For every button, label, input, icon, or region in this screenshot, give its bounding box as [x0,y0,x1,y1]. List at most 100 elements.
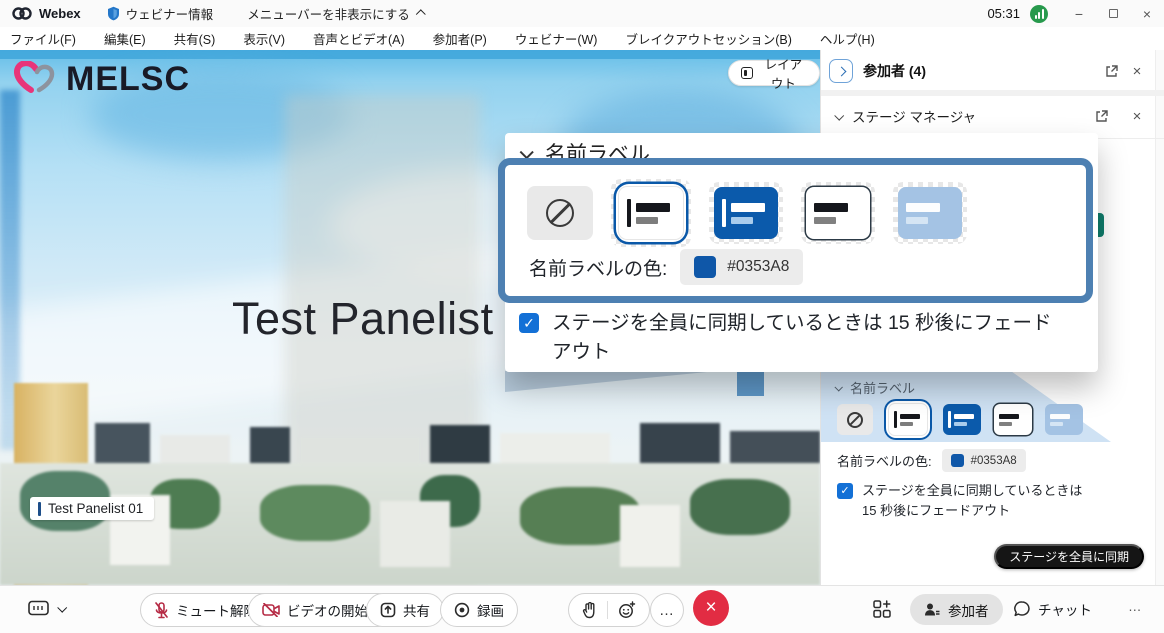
menu-participants[interactable]: 参加者(P) [419,29,501,48]
label-style-light-plain[interactable] [994,404,1032,435]
toolbar-overflow-button[interactable]: … [1128,599,1142,614]
more-options-button[interactable]: … [650,593,684,627]
magnifier-zoom-frame: 名前ラベルの色: #0353A8 [498,158,1093,303]
name-label-style-options [837,401,1083,438]
webex-logo-icon [12,6,32,21]
color-value: #0353A8 [727,258,789,276]
reactions-smiley-icon[interactable] [618,601,636,619]
popout-participants-button[interactable] [1098,58,1124,84]
layout-button-label: レイアウト [760,54,807,92]
popup-color-row: 名前ラベルの色: #0353A8 [529,249,803,285]
menu-view[interactable]: 表示(V) [229,29,299,48]
leave-meeting-button[interactable]: × [693,590,729,626]
close-icon: × [705,598,716,617]
label-style-translucent[interactable] [1045,404,1083,435]
captions-button[interactable] [28,600,65,617]
chat-button[interactable]: チャット [1013,599,1092,619]
melsc-heart-icon [14,61,58,99]
checkbox-checked-icon[interactable]: ✓ [519,313,539,333]
meeting-timer: 05:31 [987,6,1020,21]
prohibited-icon [847,412,863,428]
menu-webinar[interactable]: ウェビナー(W) [501,29,612,48]
menu-audio-video[interactable]: 音声とビデオ(A) [299,29,419,48]
city-skyline [0,375,820,585]
color-label: 名前ラベルの色: [837,451,932,470]
color-swatch [951,454,964,467]
checkbox-checked-icon[interactable]: ✓ [837,483,853,499]
menu-share[interactable]: 共有(S) [160,29,230,48]
label-style-light-accent-bar[interactable] [886,401,930,438]
video-name-label: Test Panelist 01 [30,497,154,520]
start-video-label: ビデオの開始 [287,600,368,620]
color-picker-chip[interactable]: #0353A8 [680,249,803,285]
share-label: 共有 [403,600,430,620]
minimize-button[interactable]: − [1062,0,1096,27]
name-label-text: Test Panelist 01 [48,501,143,516]
webinar-info-button[interactable]: ウェビナー情報 [107,4,214,23]
popout-icon [1105,65,1118,78]
webinar-info-label: ウェビナー情報 [126,4,214,23]
menu-help[interactable]: ヘルプ(H) [806,29,889,48]
apps-button[interactable] [872,599,892,619]
name-label-magnifier-popup: 名前ラベル 名前ラベルの色: #0353A8 ✓ ステージを全員に同期して [505,133,1098,372]
menu-breakout[interactable]: ブレイクアウトセッション(B) [611,29,805,48]
name-label-section-title: 名前ラベル [850,378,915,397]
label-style-light-accent-bar[interactable] [616,184,686,242]
share-button[interactable]: 共有 [366,593,444,627]
raise-hand-icon[interactable] [582,602,597,619]
stage-top-strip [0,50,820,59]
label-style-none[interactable] [527,186,593,240]
popup-fade-out-label: ステージを全員に同期しているときは 15 秒後にフェード アウト [552,309,1052,367]
menubar: ファイル(F) 編集(E) 共有(S) 表示(V) 音声とビデオ(A) 参加者(… [0,27,1164,50]
label-style-none[interactable] [837,404,873,435]
record-label: 録画 [477,600,504,620]
label-style-translucent[interactable] [898,187,962,239]
name-label-color-row: 名前ラベルの色: #0353A8 [837,449,1026,472]
connection-quality-icon[interactable] [1030,5,1048,23]
close-participants-button[interactable]: × [1124,58,1150,84]
popup-fade-out-checkbox-row: ✓ ステージを全員に同期しているときは 15 秒後にフェード アウト [519,309,1052,367]
name-label-accent-bar [38,502,41,516]
control-toolbar: ミュート解除 ビデオの開始 共有 録画 … × 参加者 [0,585,1164,633]
layout-button[interactable]: レイアウト [728,60,820,86]
chevron-down-icon[interactable] [834,110,844,120]
participants-panel-header: 参加者 (4) × [821,56,1164,86]
menu-edit[interactable]: 編集(E) [90,29,160,48]
unmute-label: ミュート解除 [176,600,257,620]
apps-grid-icon [872,599,892,619]
close-window-button[interactable]: × [1130,0,1164,27]
label-style-blue-accent-bar[interactable] [943,404,981,435]
titlebar-right: 05:31 − × [987,0,1164,27]
name-label-section-header[interactable]: 名前ラベル [835,378,915,397]
record-icon [454,602,470,618]
color-label: 名前ラベルの色: [529,254,667,281]
label-style-blue-accent-bar[interactable] [714,187,778,239]
hide-menubar-button[interactable]: メニューバーを非表示にする [247,4,425,23]
fade-out-checkbox-label: ステージを全員に同期しているときは 15 秒後にフェードアウト [862,481,1082,521]
participants-toggle-label: 参加者 [948,600,989,620]
color-value: #0353A8 [971,455,1017,467]
collapse-participants-button[interactable] [829,59,853,83]
record-button[interactable]: 録画 [440,593,518,627]
participants-toggle-button[interactable]: 参加者 [910,594,1003,625]
chevron-down-icon [57,603,67,613]
sync-stage-button[interactable]: ステージを全員に同期 [994,544,1144,569]
hide-menubar-label: メニューバーを非表示にする [247,4,410,23]
share-icon [380,602,396,618]
menu-file[interactable]: ファイル(F) [0,29,90,48]
color-picker-chip[interactable]: #0353A8 [942,449,1026,472]
participants-panel-title: 参加者 (4) [863,61,926,81]
label-style-light-plain[interactable] [806,187,870,239]
stage-manager-panel-header: ステージ マネージャ × [821,102,1164,130]
close-stage-manager-button[interactable]: × [1124,103,1150,129]
maximize-button[interactable] [1096,0,1130,27]
stage-manager-title: ステージ マネージャ [852,106,976,126]
webex-webinar-window: Webex ウェビナー情報 メニューバーを非表示にする 05:31 − × ファ… [0,0,1164,633]
popout-icon [1095,110,1108,123]
shield-icon [107,6,120,21]
popout-stage-manager-button[interactable] [1088,103,1114,129]
panel-scrollbar[interactable] [1155,50,1164,585]
fade-out-checkbox-row: ✓ ステージを全員に同期しているときは 15 秒後にフェードアウト [837,481,1082,521]
speaker-name-text: Test Panelist [232,293,494,345]
chat-label: チャット [1038,599,1092,619]
